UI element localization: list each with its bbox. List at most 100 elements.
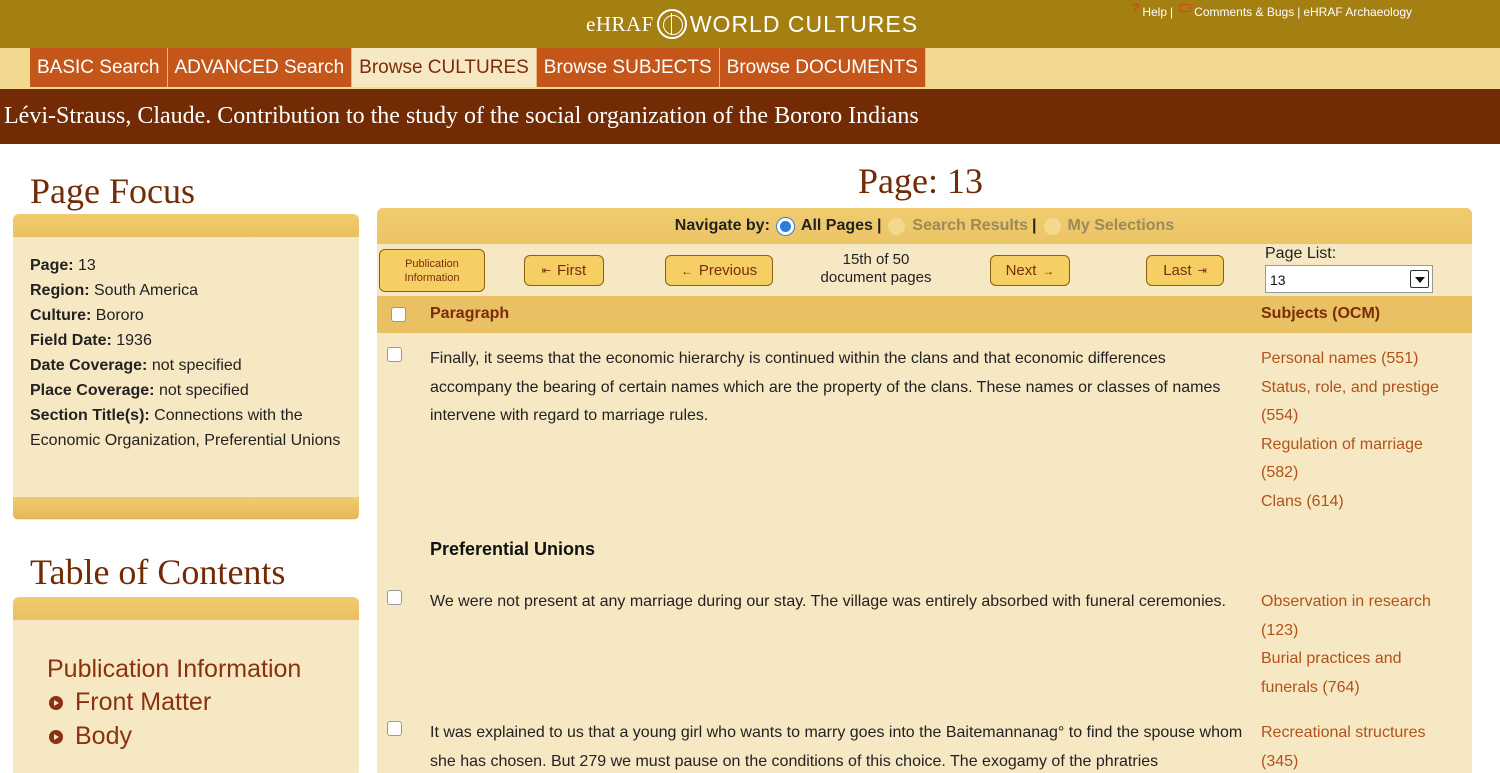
date-coverage-value: not specified (151, 357, 242, 374)
page-focus-panel: Page: 13 Region: South America Culture: … (13, 214, 359, 520)
subject-link[interactable]: Burial practices and funerals (764) (1261, 645, 1461, 702)
my-selections-radio[interactable] (1043, 217, 1061, 235)
page-value: 13 (78, 257, 96, 274)
paragraph-checkbox[interactable] (387, 590, 402, 605)
tab-browse-subjects[interactable]: Browse SUBJECTS (536, 48, 720, 87)
paragraph-checkbox[interactable] (387, 721, 402, 736)
help-icon: ? (1132, 1, 1140, 15)
culture-label: Culture: (30, 307, 92, 324)
place-coverage-label: Place Coverage: (30, 382, 155, 399)
publication-information-button[interactable]: Publication Information (379, 249, 485, 292)
date-coverage-label: Date Coverage: (30, 357, 148, 374)
top-link-separator: | (1297, 5, 1301, 19)
page-content: Finally, it seems that the economic hier… (377, 333, 1472, 773)
next-arrow-icon: → (1042, 263, 1055, 278)
page-list-value: 13 (1270, 272, 1286, 288)
main-nav: BASIC Search ADVANCED Search Browse CULT… (30, 48, 926, 89)
navigate-by-label: Navigate by: (674, 217, 770, 234)
search-results-label[interactable]: Search Results (912, 217, 1028, 235)
first-arrow-icon: ⇤ (541, 265, 552, 277)
ehraf-archaeology-link[interactable]: eHRAF Archaeology (1303, 5, 1412, 19)
pub-info-line1: Publication (405, 257, 459, 270)
ehraf-logo[interactable]: eHRAF WORLD CULTURES (586, 8, 918, 40)
panel-footer (13, 497, 359, 519)
previous-arrow-icon: ← (680, 263, 693, 278)
tab-browse-cultures[interactable]: Browse CULTURES (352, 48, 537, 87)
top-link-separator: | (1170, 5, 1174, 19)
paragraph-checkbox[interactable] (387, 347, 402, 362)
next-label: Next (1005, 262, 1037, 279)
page-list-label: Page List: (1265, 245, 1337, 262)
subject-link[interactable]: Status, role, and prestige (554) (1261, 374, 1461, 431)
page-heading: Page: 13 (858, 161, 983, 201)
all-pages-radio[interactable] (776, 217, 794, 235)
expand-arrow-icon[interactable] (49, 695, 63, 710)
previous-label: Previous (698, 262, 758, 279)
expand-arrow-icon[interactable] (49, 729, 63, 744)
navigate-by-bar: Navigate by: All Pages | Search Results … (377, 208, 1472, 244)
last-page-button[interactable]: Last ⇥ (1146, 255, 1224, 286)
help-link[interactable]: Help (1142, 5, 1167, 19)
section-title-label: Section Title(s): (30, 407, 150, 424)
page-focus-details: Page: 13 Region: South America Culture: … (13, 237, 359, 497)
page-count-line1: 15th of 50 (842, 251, 910, 268)
field-date-value: 1936 (116, 332, 152, 349)
brand-left-text: eHRAF (586, 11, 654, 36)
section-heading: Preferential Unions (430, 539, 596, 559)
page-label: Page: (30, 257, 74, 274)
page-count: 15th of 50 document pages (811, 251, 941, 287)
paragraph-text: We were not present at any marriage duri… (430, 593, 1226, 610)
subject-list: Observation in research (123) Burial pra… (1261, 588, 1461, 702)
pub-info-line2: Information (404, 271, 460, 284)
page-count-line2: document pages (820, 269, 932, 286)
subject-list: Recreational structures (345) (1261, 719, 1461, 773)
last-arrow-icon: ⇥ (1197, 265, 1207, 277)
toc-item-front-matter[interactable]: Front Matter (47, 688, 359, 717)
culture-value: Bororo (95, 307, 144, 324)
last-label: Last (1163, 262, 1192, 279)
first-page-button[interactable]: ⇤ First (524, 255, 604, 286)
toc-panel: Publication Information Front Matter Bod… (13, 597, 359, 773)
toc-publication-information[interactable]: Publication Information (47, 655, 359, 684)
document-title: Lévi-Strauss, Claude. Contribution to th… (0, 89, 1500, 144)
field-date-label: Field Date: (30, 332, 112, 349)
globe-icon (656, 9, 687, 39)
toc-item-body[interactable]: Body (47, 722, 359, 751)
search-results-radio[interactable] (888, 217, 906, 235)
my-selections-label[interactable]: My Selections (1068, 217, 1175, 235)
region-label: Region: (30, 282, 90, 299)
comments-bugs-link[interactable]: Comments & Bugs (1194, 5, 1294, 19)
mail-icon (1180, 4, 1192, 12)
paragraph-text: It was explained to us that a young girl… (430, 724, 1243, 770)
first-label: First (557, 262, 587, 279)
subjects-column-header: Subjects (OCM) (1261, 305, 1381, 322)
table-header: Paragraph Subjects (OCM) (377, 296, 1472, 333)
brand-right-text: WORLD CULTURES (689, 10, 919, 37)
next-page-button[interactable]: Next → (990, 255, 1070, 286)
toc-heading: Table of Contents (30, 552, 286, 592)
panel-cap (13, 597, 359, 620)
subject-link[interactable]: Recreational structures (345) (1261, 719, 1461, 773)
select-all-checkbox[interactable] (391, 307, 406, 322)
chevron-down-icon[interactable] (1410, 270, 1429, 288)
region-value: South America (94, 282, 199, 299)
panel-cap (13, 214, 359, 237)
toc-item-label: Body (75, 722, 132, 750)
place-coverage-value: not specified (158, 382, 249, 399)
paragraph-text: Finally, it seems that the economic hier… (430, 350, 1221, 424)
subject-link[interactable]: Personal names (551) (1261, 345, 1461, 374)
paragraph-column-header: Paragraph (430, 305, 510, 322)
tab-basic-search[interactable]: BASIC Search (30, 48, 168, 87)
subject-link[interactable]: Regulation of marriage (582) (1261, 431, 1461, 488)
tab-browse-documents[interactable]: Browse DOCUMENTS (719, 48, 926, 87)
tab-advanced-search[interactable]: ADVANCED Search (167, 48, 353, 87)
top-links: ? Help | Comments & Bugs | eHRAF Archaeo… (1132, 1, 1412, 19)
subject-link[interactable]: Observation in research (123) (1261, 588, 1461, 645)
previous-page-button[interactable]: ← Previous (665, 255, 773, 286)
navigate-separator: | (876, 217, 882, 234)
page-focus-heading: Page Focus (30, 171, 195, 211)
page-list-select[interactable]: 13 (1265, 265, 1433, 293)
all-pages-label[interactable]: All Pages (801, 217, 873, 235)
toc-list: Publication Information Front Matter Bod… (13, 620, 359, 751)
subject-link[interactable]: Clans (614) (1261, 488, 1461, 517)
